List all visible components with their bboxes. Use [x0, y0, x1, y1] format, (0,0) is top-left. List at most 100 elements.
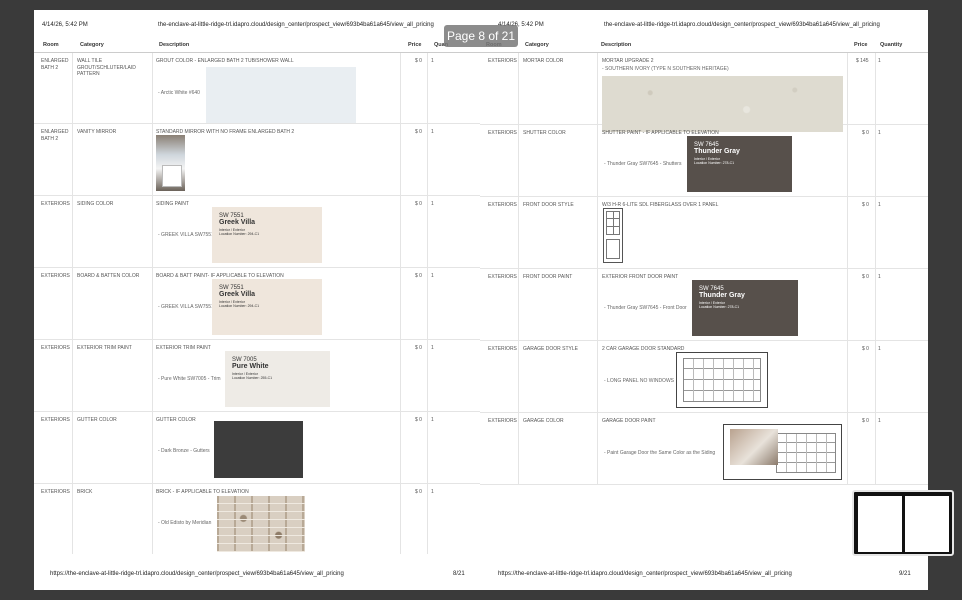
description-cell: MORTAR UPGRADE 2 [602, 58, 654, 64]
price-cell: $ 0 [415, 345, 422, 351]
room-cell: EXTERIORS [488, 58, 517, 64]
description-cell: 2 CAR GARAGE DOOR STANDARD [602, 346, 685, 352]
page-footer-number: 8/21 [453, 571, 465, 577]
paint-location: Location Number: 294-C1 [219, 232, 260, 236]
paint-name: Pure White [232, 363, 269, 370]
thumbnail-page-left[interactable] [858, 496, 902, 552]
qty-cell: 1 [431, 201, 434, 207]
price-cell: $ 0 [862, 130, 869, 136]
page-header-url: the-enclave-at-little-ridge-trl.idapro.c… [604, 22, 880, 28]
brick-photo [217, 496, 305, 552]
table-row: EXTERIORS SIDING COLOR SIDING PAINT - GR… [34, 196, 496, 268]
category-cell: WALL TILE GROUT/SCHLUTER/LAID PATTERN [77, 58, 136, 77]
price-cell: $ 0 [415, 201, 422, 207]
table-header: Room Category Description Price Quan [34, 38, 496, 53]
paint-swatch-card: SW 7551 Greek Villa Interior / Exterior … [212, 279, 322, 335]
mirror-photo [156, 135, 185, 191]
paint-swatch-card: SW 7645 Thunder Gray Interior / Exterior… [687, 136, 792, 192]
room-cell: EXTERIORS [488, 274, 517, 280]
page-footer-url: https://the-enclave-at-little-ridge-trl.… [50, 571, 344, 577]
selection-caption: - Pure White SW7005 - Trim [158, 376, 221, 382]
category-cell: VANITY MIRROR [77, 129, 117, 135]
front-door-drawing [603, 208, 623, 263]
room-cell: EXTERIORS [488, 130, 517, 136]
price-cell: $ 0 [415, 273, 422, 279]
table-row: EXTERIORS BOARD & BATTEN COLOR BOARD & B… [34, 268, 496, 340]
qty-cell: 1 [431, 129, 434, 135]
description-cell: GROUT COLOR - ENLARGED BATH 2 TUB/SHOWER… [156, 58, 294, 64]
qty-cell: 1 [878, 130, 881, 136]
paint-name: Greek Villa [219, 291, 256, 298]
qty-cell: 1 [431, 345, 434, 351]
pdf-page-8: 4/14/26, 5:42 PM the-enclave-at-little-r… [34, 10, 496, 590]
room-cell: ENLARGED BATH 2 [41, 129, 69, 142]
category-cell: FRONT DOOR PAINT [523, 274, 573, 280]
paint-swatch-card: SW 7005 Pure White Interior / Exterior L… [225, 351, 330, 407]
col-room: Room [43, 42, 59, 48]
qty-cell: 1 [431, 489, 434, 495]
category-cell: GUTTER COLOR [77, 417, 117, 423]
price-cell: $ 0 [862, 346, 869, 352]
room-cell: EXTERIORS [488, 418, 517, 424]
category-cell: EXTERIOR TRIM PAINT [77, 345, 132, 351]
room-cell: EXTERIORS [41, 489, 70, 495]
price-cell: $ 0 [415, 417, 422, 423]
room-cell: EXTERIORS [41, 273, 70, 279]
qty-cell: 1 [878, 418, 881, 424]
description-cell: SIDING PAINT [156, 201, 189, 207]
description-cell: EXTERIOR FRONT DOOR PAINT [602, 274, 679, 280]
table-row: EXTERIORS EXTERIOR TRIM PAINT EXTERIOR T… [34, 340, 496, 412]
category-cell: BRICK [77, 489, 93, 495]
table-row: EXTERIORS FRONT DOOR STYLE W/3 H-R 6-LIT… [480, 197, 928, 269]
description-cell: BRICK - IF APPLICABLE TO ELEVATION [156, 489, 249, 495]
page-header-date: 4/14/26, 5:42 PM [42, 22, 88, 28]
qty-cell: 1 [431, 58, 434, 64]
col-price: Price [854, 42, 868, 48]
table-row: EXTERIORS FRONT DOOR PAINT EXTERIOR FRON… [480, 269, 928, 341]
category-cell: BOARD & BATTEN COLOR [77, 273, 140, 279]
col-category: Category [80, 42, 104, 48]
price-cell: $ 0 [415, 129, 422, 135]
paint-swatch-card: SW 7551 Greek Villa Interior / Exterior … [212, 207, 322, 263]
table-header: Room Category Description Price Quantity [480, 38, 928, 53]
price-cell: $ 0 [862, 418, 869, 424]
selection-caption: - Old Edisto by Meridian [158, 520, 212, 526]
table-row: EXTERIORS BRICK BRICK - IF APPLICABLE TO… [34, 484, 496, 554]
room-cell: EXTERIORS [41, 345, 70, 351]
price-cell: $ 0 [862, 274, 869, 280]
room-cell: EXTERIORS [41, 417, 70, 423]
table-row: EXTERIORS GUTTER COLOR GUTTER COLOR - Da… [34, 412, 496, 484]
table-row: EXTERIORS GARAGE DOOR STYLE 2 CAR GARAGE… [480, 341, 928, 413]
room-cell: EXTERIORS [41, 201, 70, 207]
col-description: Description [601, 42, 632, 48]
selection-caption: - GREEK VILLA SW7551 [158, 304, 214, 310]
qty-cell: 1 [878, 274, 881, 280]
selection-caption: - Thunder Gray SW7645 - Shutters [604, 161, 682, 167]
dark-bronze-swatch [214, 421, 303, 478]
selection-caption: - Thunder Gray SW7645 - Front Door [604, 305, 687, 311]
paint-location: Location Number: 278-C1 [699, 305, 740, 309]
price-cell: $ 0 [415, 489, 422, 495]
category-cell: FRONT DOOR STYLE [523, 202, 574, 208]
selection-caption: - GREEK VILLA SW7551 [158, 232, 214, 238]
room-cell: ENLARGED BATH 2 [41, 58, 69, 71]
selection-caption: - SOUTHERN IVORY (TYPE N SOUTHERN HERITA… [602, 66, 729, 72]
page-thumbnail-navigator[interactable] [852, 490, 954, 556]
page-footer-url: https://the-enclave-at-little-ridge-trl.… [498, 571, 792, 577]
paint-location: Location Number: 255-C1 [232, 376, 273, 380]
category-cell: GARAGE COLOR [523, 418, 564, 424]
qty-cell: 1 [878, 58, 881, 64]
col-quantity: Quantity [880, 42, 903, 48]
page-footer-number: 9/21 [899, 571, 911, 577]
selection-caption: - Dark Bronze - Gutters [158, 448, 210, 454]
selection-caption: - Arctic White #640 [158, 90, 200, 96]
thumbnail-page-right[interactable] [905, 496, 949, 552]
table-row: ENLARGED BATH 2 WALL TILE GROUT/SCHLUTER… [34, 53, 496, 124]
paint-name: Greek Villa [219, 219, 256, 226]
category-cell: GARAGE DOOR STYLE [523, 346, 579, 352]
price-cell: $ 0 [415, 58, 422, 64]
table-row: EXTERIORS GARAGE COLOR GARAGE DOOR PAINT… [480, 413, 928, 485]
table-row: EXTERIORS MORTAR COLOR MORTAR UPGRADE 2 … [480, 53, 928, 132]
pricing-table: Room Category Description Price Quantity… [480, 38, 928, 485]
description-cell: EXTERIOR TRIM PAINT [156, 345, 211, 351]
